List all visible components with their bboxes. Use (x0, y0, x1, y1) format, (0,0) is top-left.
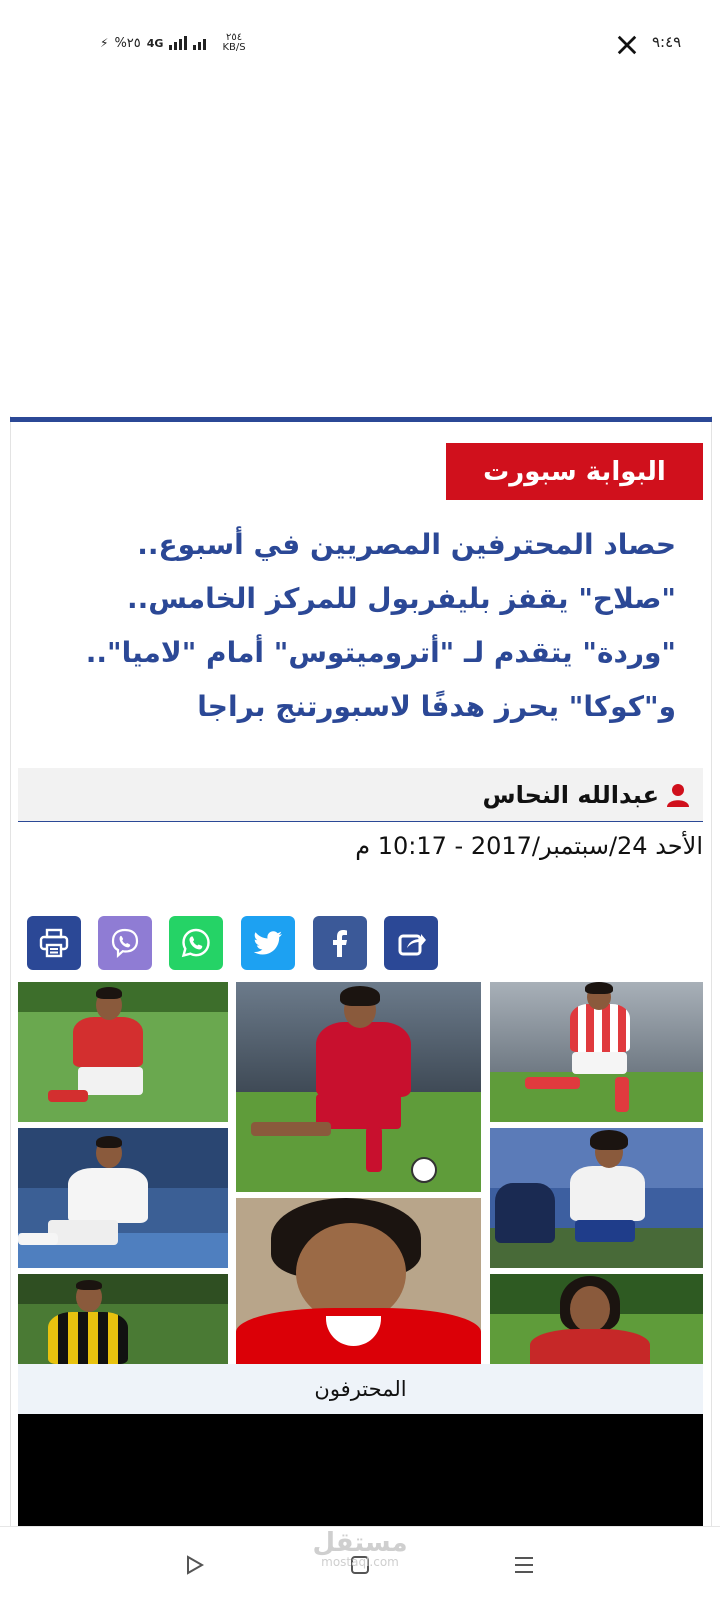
photo-elneny-arsenal (236, 1198, 481, 1364)
recents-button[interactable] (506, 1547, 542, 1583)
viber-button[interactable] (98, 916, 152, 970)
photo-player-yellow-black-kit (18, 1274, 228, 1364)
header-divider (10, 417, 712, 422)
status-left-cluster: ⚡ %٢٥ 4G ٢٥٤ KB/S (100, 33, 246, 53)
share-button[interactable] (384, 916, 438, 970)
photo-player-white-kit (18, 1128, 228, 1268)
speed-unit: KB/S (222, 42, 246, 53)
battery-level: %٢٥ (114, 35, 141, 51)
photo-salah-liverpool (236, 982, 481, 1192)
mostaql-watermark: مستقل mostaql.com (300, 1530, 420, 1568)
signal-icon-2 (193, 36, 207, 50)
facebook-icon (333, 930, 347, 957)
charging-icon: ⚡ (100, 36, 109, 50)
whatsapp-icon (181, 928, 210, 958)
facebook-button[interactable] (313, 916, 367, 970)
print-icon (39, 928, 69, 958)
status-bar: ⚡ %٢٥ 4G ٢٥٤ KB/S ٩:٤٩ (0, 0, 720, 70)
article-headline: حصاد المحترفين المصريين في أسبوع.. "صلاح… (85, 528, 676, 723)
back-triangle-icon (187, 1555, 205, 1575)
viber-icon (111, 928, 139, 958)
network-speed: ٢٥٤ KB/S (222, 33, 245, 53)
image-caption: المحترفون (18, 1364, 703, 1414)
publish-date: الأحد 24/سبتمبر/2017 - 10:17 م (355, 832, 703, 860)
twitter-icon (253, 931, 282, 955)
menu-lines-icon (515, 1557, 533, 1573)
x-app-icon (617, 35, 637, 55)
photo-koka-braga (490, 1274, 703, 1364)
section-badge[interactable]: البوابة سبورت (446, 443, 703, 500)
share-row (0, 916, 720, 972)
photo-player-red-kit (18, 982, 228, 1122)
ad-placeholder (10, 70, 712, 416)
signal-icon (169, 36, 188, 50)
network-type: 4G (146, 36, 164, 50)
back-button[interactable] (176, 1547, 212, 1583)
whatsapp-button[interactable] (169, 916, 223, 970)
watermark-text: مستقل (312, 1528, 408, 1558)
video-player[interactable] (18, 1414, 703, 1526)
article-image-collage[interactable] (18, 982, 703, 1364)
twitter-button[interactable] (241, 916, 295, 970)
photo-warda-atromitos (490, 1128, 703, 1268)
photo-player-stoke-kit (490, 982, 703, 1122)
author-bar: عبدالله النحاس (18, 768, 703, 822)
user-icon (667, 783, 689, 807)
print-button[interactable] (27, 916, 81, 970)
share-icon (398, 934, 426, 956)
clock: ٩:٤٩ (652, 33, 682, 51)
author-name[interactable]: عبدالله النحاس (483, 781, 659, 809)
